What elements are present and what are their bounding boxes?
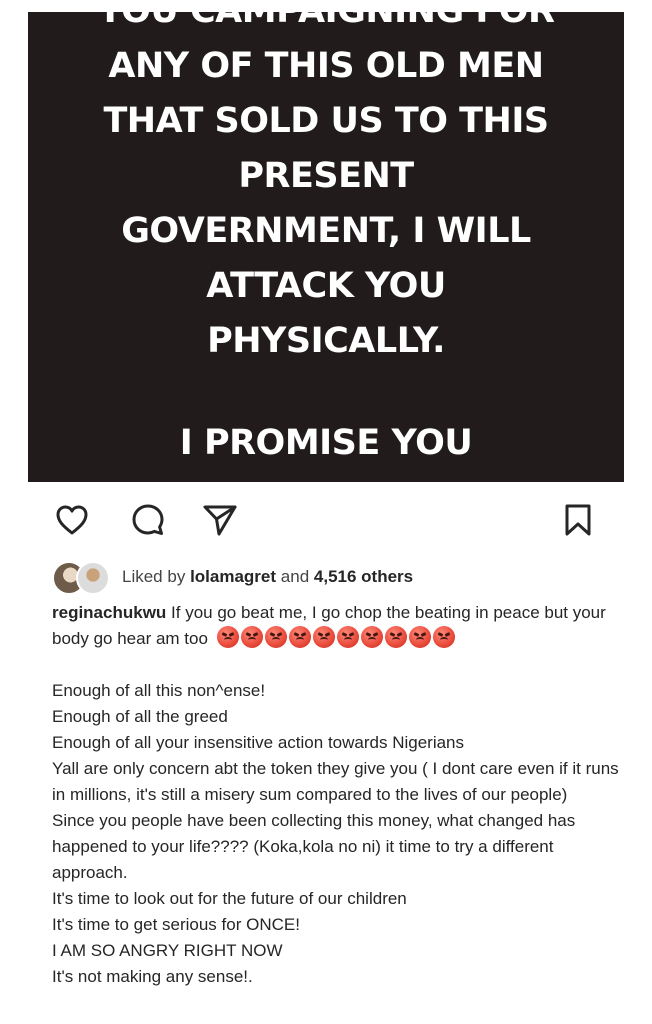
angry-face-emoji: [432, 626, 455, 648]
post-image[interactable]: YOU CAMPAIGNING FOR ANY OF THIS OLD MEN …: [28, 12, 624, 482]
caption-line: I AM SO ANGRY RIGHT NOW: [52, 941, 283, 960]
liker-avatars: [52, 561, 114, 595]
likes-count[interactable]: 4,516 others: [314, 567, 413, 586]
caption-line: Enough of all your insensitive action to…: [52, 733, 465, 752]
angry-face-emoji: [288, 626, 311, 648]
image-text-closing: I PROMISE YOU: [179, 423, 473, 463]
heart-icon: [56, 505, 88, 535]
caption-line: Enough of all this non^ense!: [52, 681, 266, 700]
angry-face-emoji: [240, 626, 263, 648]
likes-row[interactable]: Liked by lolamagret and 4,516 others: [52, 560, 413, 595]
angry-face-emoji: [216, 626, 239, 648]
caption-line: Enough of all the greed: [52, 707, 228, 726]
avatar: [76, 561, 110, 595]
likes-prefix: Liked by: [122, 567, 186, 586]
caption-username[interactable]: reginachukwu: [52, 603, 166, 622]
image-text-line-3: PRESENT: [238, 156, 414, 196]
post-caption: reginachukwu If you go beat me, I go cho…: [52, 600, 632, 990]
angry-face-emoji: [360, 626, 383, 648]
comment-icon: [132, 504, 164, 535]
caption-first-paragraph: reginachukwu If you go beat me, I go cho…: [52, 600, 632, 652]
angry-face-emoji: [408, 626, 431, 648]
image-text-line-4: GOVERNMENT, I WILL: [121, 211, 531, 251]
caption-line: Since you people have been collecting th…: [52, 811, 576, 882]
post-action-bar: [0, 500, 652, 540]
caption-line: It's time to get serious for ONCE!: [52, 915, 300, 934]
like-button[interactable]: [52, 500, 92, 540]
caption-line: It's time to look out for the future of …: [52, 889, 407, 908]
liker-username[interactable]: lolamagret: [190, 567, 276, 586]
angry-emoji-row: [216, 626, 455, 648]
image-text-line-0: YOU CAMPAIGNING FOR: [28, 12, 624, 39]
likes-conjunction: and: [280, 567, 310, 586]
image-text-line-6: PHYSICALLY.: [207, 321, 445, 361]
save-button[interactable]: [558, 500, 598, 540]
image-text-line-1: ANY OF THIS OLD MEN: [108, 46, 544, 86]
angry-face-emoji: [384, 626, 407, 648]
image-text-line-5: ATTACK YOU: [206, 266, 446, 306]
image-text-line-2: THAT SOLD US TO THIS: [103, 101, 549, 141]
paper-plane-icon: [203, 505, 237, 536]
share-button[interactable]: [200, 500, 240, 540]
comment-button[interactable]: [128, 500, 168, 540]
post-image-text: YOU CAMPAIGNING FOR ANY OF THIS OLD MEN …: [28, 12, 624, 471]
angry-face-emoji: [336, 626, 359, 648]
bookmark-icon: [565, 504, 591, 536]
angry-face-emoji: [264, 626, 287, 648]
caption-line: Yall are only concern abt the token they…: [52, 759, 619, 804]
likes-summary: Liked by lolamagret and 4,516 others: [122, 567, 413, 587]
caption-line: It's not making any sense!.: [52, 967, 253, 986]
angry-face-emoji: [312, 626, 335, 648]
